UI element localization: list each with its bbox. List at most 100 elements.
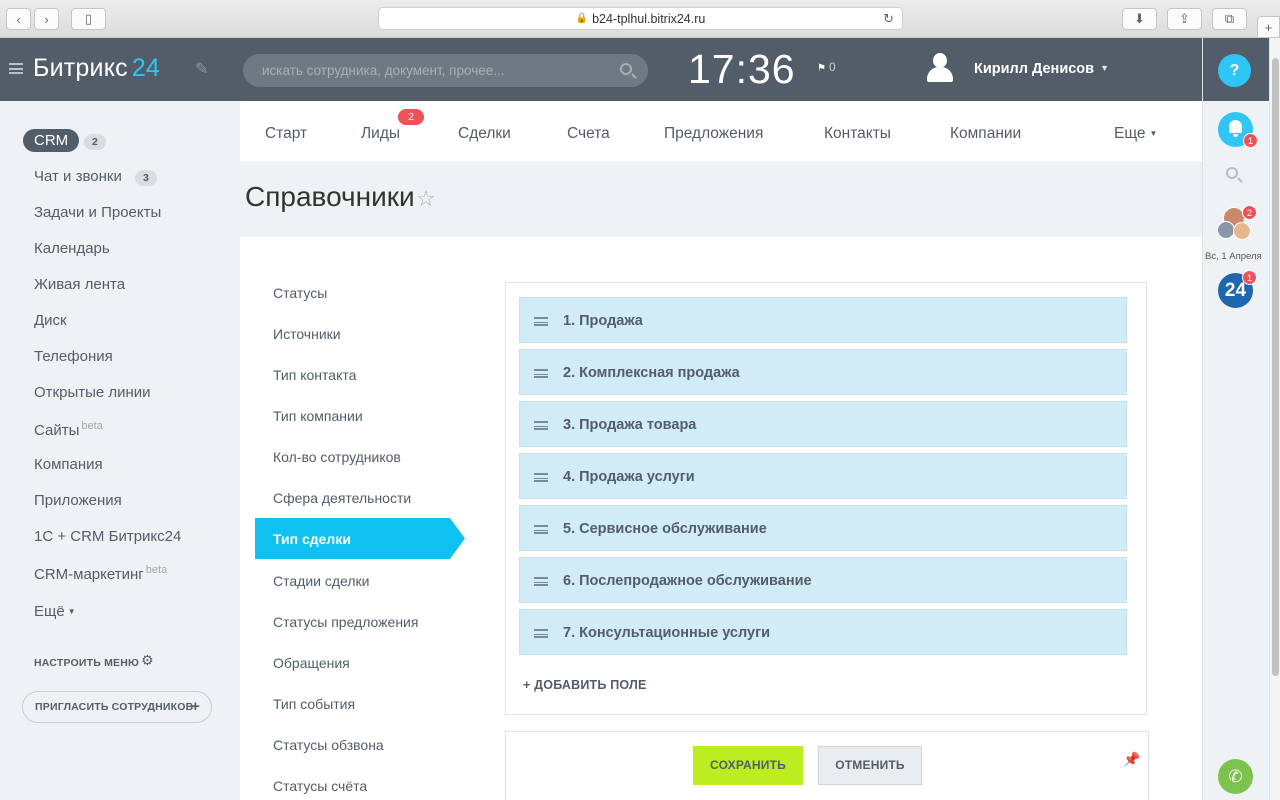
b24-label: 24 <box>1224 280 1247 301</box>
drag-handle-icon[interactable] <box>534 421 548 430</box>
list-item[interactable]: 1. Продажа <box>519 297 1127 343</box>
logo-text: Битрикс <box>33 54 128 82</box>
drag-handle-icon[interactable] <box>534 369 548 378</box>
back-button[interactable]: ‹ <box>6 8 31 30</box>
list-item-label: 7. Консультационные услуги <box>563 625 771 641</box>
share-button[interactable]: ⇪ <box>1167 8 1202 30</box>
list-item[interactable]: 4. Продажа услуги <box>519 453 1127 499</box>
drag-handle-icon[interactable] <box>534 525 548 534</box>
tab-leads[interactable]: Лиды <box>361 125 400 143</box>
sidebar-item-tasks[interactable]: Задачи и Проекты <box>34 204 161 221</box>
submenu-item-deal-stages[interactable]: Стадии сделки <box>273 573 369 589</box>
submenu-item-invoice-statuses[interactable]: Статусы счёта <box>273 778 367 794</box>
reload-icon[interactable]: ↻ <box>883 11 894 27</box>
flag-counter[interactable]: ⚑ 0 <box>817 60 836 74</box>
main-panel: Статусы Источники Тип контакта Тип компа… <box>240 237 1202 800</box>
leads-badge: 2 <box>398 109 424 125</box>
pin-icon[interactable]: 📌 <box>1123 751 1140 768</box>
notifications-button[interactable]: 1 <box>1218 112 1258 148</box>
user-avatar-icon[interactable] <box>926 53 954 83</box>
submenu-item-event-type[interactable]: Тип события <box>273 696 355 712</box>
tabs-button[interactable]: ⧉ <box>1212 8 1247 30</box>
add-field-link[interactable]: + ДОБАВИТЬ ПОЛЕ <box>523 678 647 692</box>
submenu-item-call-statuses[interactable]: Статусы обзвона <box>273 737 384 753</box>
star-icon[interactable]: ☆ <box>416 186 436 212</box>
submenu-item-employees[interactable]: Кол-во сотрудников <box>273 449 401 465</box>
left-sidebar: CRM 2 Чат и звонки 3 Задачи и Проекты Ка… <box>0 101 240 800</box>
list-item[interactable]: 3. Продажа товара <box>519 401 1127 447</box>
submenu-item-industry[interactable]: Сфера деятельности <box>273 490 411 506</box>
tab-companies[interactable]: Компании <box>950 125 1021 143</box>
cancel-button[interactable]: ОТМЕНИТЬ <box>818 746 922 785</box>
user-menu[interactable]: Кирилл Денисов ▼ <box>974 61 1109 77</box>
date-label: Вс, 1 Апреля <box>1205 251 1262 262</box>
sidebar-item-apps[interactable]: Приложения <box>34 492 122 509</box>
sidebar-item-sites[interactable]: Сайты beta <box>34 420 103 439</box>
chevron-down-icon: ▼ <box>67 607 76 616</box>
search-icon[interactable] <box>620 63 632 75</box>
submenu-item-deal-type[interactable]: Тип сделки <box>255 518 465 559</box>
logo[interactable]: Битрикс 24 <box>33 54 160 83</box>
pencil-icon[interactable]: ✎ <box>195 59 208 79</box>
forward-button[interactable]: › <box>34 8 59 30</box>
beta-label: beta <box>81 420 103 432</box>
scrollbar-thumb[interactable] <box>1272 58 1279 676</box>
sidebar-item-open-lines[interactable]: Открытые линии <box>34 384 151 401</box>
tab-invoices[interactable]: Счета <box>567 125 610 143</box>
submenu-item-statuses[interactable]: Статусы <box>273 285 327 301</box>
downloads-button[interactable]: ⬇ <box>1122 8 1157 30</box>
invite-label: ПРИГЛАСИТЬ СОТРУДНИКОВ <box>35 701 194 713</box>
submenu-item-quote-statuses[interactable]: Статусы предложения <box>273 614 418 630</box>
tab-quotes[interactable]: Предложения <box>664 125 763 143</box>
tab-deals[interactable]: Сделки <box>458 125 511 143</box>
tab-start[interactable]: Старт <box>265 125 307 143</box>
right-panel: ? 1 2 Вс, 1 Апреля 24 1 ✆ <box>1202 38 1280 800</box>
search-icon[interactable] <box>1226 167 1238 179</box>
list-item[interactable]: 5. Сервисное обслуживание <box>519 505 1127 551</box>
plus-icon: + <box>191 698 200 715</box>
tabs-icon: ⧉ <box>1224 11 1235 26</box>
submenu-item-company-type[interactable]: Тип компании <box>273 408 363 424</box>
search-input[interactable] <box>243 54 648 87</box>
sidebar-item-crm[interactable]: CRM <box>23 129 80 152</box>
share-icon: ⇪ <box>1179 11 1190 26</box>
menu-icon[interactable] <box>9 63 23 74</box>
phone-button[interactable]: ✆ <box>1218 759 1253 794</box>
browser-toolbar: ‹ › ▯ 🔒 b24-tplhul.bitrix24.ru ↻ ⬇ ⇪ ⧉ + <box>0 0 1280 38</box>
tab-contacts[interactable]: Контакты <box>824 125 891 143</box>
sidebar-item-disk[interactable]: Диск <box>34 312 67 329</box>
submenu-item-contact-type[interactable]: Тип контакта <box>273 367 356 383</box>
lock-icon: 🔒 <box>575 13 589 24</box>
drag-handle-icon[interactable] <box>534 317 548 326</box>
clock[interactable]: 17:36 <box>688 46 796 93</box>
sidebar-item-calendar[interactable]: Календарь <box>34 240 110 257</box>
sidebar-item-crm-marketing[interactable]: CRM-маркетинг beta <box>34 564 167 583</box>
invite-employees-button[interactable]: ПРИГЛАСИТЬ СОТРУДНИКОВ + <box>22 691 212 723</box>
gear-icon[interactable]: ⚙ <box>141 653 155 667</box>
sidebar-toggle-button[interactable]: ▯ <box>71 8 106 30</box>
scrollbar[interactable] <box>1269 38 1280 800</box>
submenu-item-sources[interactable]: Источники <box>273 326 341 342</box>
tab-more[interactable]: Еще ▼ <box>1114 125 1157 143</box>
new-tab-button[interactable]: + <box>1257 16 1280 38</box>
sidebar-item-feed[interactable]: Живая лента <box>34 276 125 293</box>
recent-chats-avatars[interactable]: 2 <box>1217 205 1257 243</box>
list-item[interactable]: 7. Консультационные услуги <box>519 609 1127 655</box>
sidebar-item-chat[interactable]: Чат и звонки <box>34 168 122 185</box>
sidebar-item-company[interactable]: Компания <box>34 456 103 473</box>
list-item[interactable]: 6. Послепродажное обслуживание <box>519 557 1127 603</box>
drag-handle-icon[interactable] <box>534 473 548 482</box>
address-bar[interactable]: 🔒 b24-tplhul.bitrix24.ru ↻ <box>378 7 903 30</box>
sidebar-item-more[interactable]: Ещё ▼ <box>34 603 76 620</box>
save-button[interactable]: СОХРАНИТЬ <box>693 746 803 785</box>
help-button[interactable]: ? <box>1218 54 1251 87</box>
user-name: Кирилл Денисов <box>974 61 1095 77</box>
submenu-item-salutations[interactable]: Обращения <box>273 655 350 671</box>
sidebar-item-telephony[interactable]: Телефония <box>34 348 113 365</box>
sidebar-item-1c-crm[interactable]: 1С + CRM Битрикс24 <box>34 528 181 545</box>
drag-handle-icon[interactable] <box>534 629 548 638</box>
list-item[interactable]: 2. Комплексная продажа <box>519 349 1127 395</box>
b24-network-button[interactable]: 24 1 <box>1218 270 1257 308</box>
drag-handle-icon[interactable] <box>534 577 548 586</box>
configure-menu-link[interactable]: НАСТРОИТЬ МЕНЮ <box>34 657 139 669</box>
